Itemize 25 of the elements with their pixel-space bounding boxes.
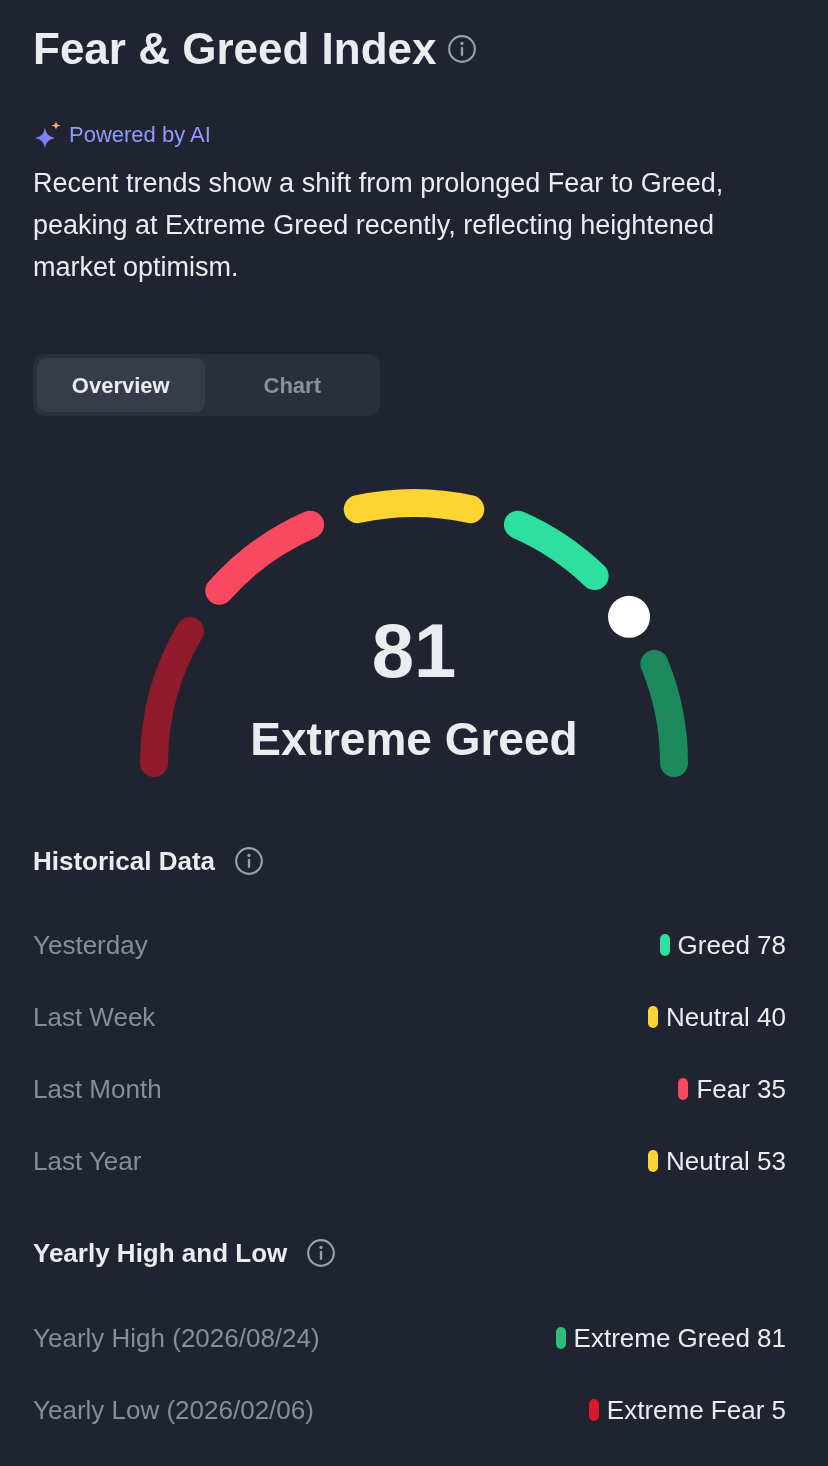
sparkle-icon [33,121,63,149]
row-value: Neutral 40 [666,1000,786,1034]
ai-label: Powered by AI [69,121,211,149]
row-label: Yesterday [33,928,148,962]
row-value: Greed 78 [677,928,786,962]
page-title: Fear & Greed Index [33,23,437,75]
row-value: Fear 35 [696,1072,786,1106]
row-label: Yearly High (2026/08/24) [33,1321,320,1355]
row-label: Last Year [33,1144,142,1178]
tab[interactable]: Overview [37,358,205,412]
info-icon[interactable] [448,34,477,63]
info-icon[interactable] [307,1239,336,1267]
row-label: Yearly Low (2026/02/06) [33,1393,314,1427]
summary-text: Recent trends show a shift from prolonged Fear to Greed, peaking at Extreme Greed recently, reflecting heightened market optimism. [33,167,725,284]
row-value: Extreme Greed 81 [573,1321,786,1355]
section-title: Historical Data [33,845,216,877]
gauge-value: 81 [371,608,457,694]
row-value: Neutral 53 [666,1144,786,1178]
gauge-classification: Extreme Greed [250,712,578,766]
row-label: Last Week [33,1000,156,1034]
tab[interactable]: Chart [208,358,376,412]
info-icon[interactable] [235,847,264,875]
row-label: Last Month [33,1072,162,1106]
section-title: Yearly High and Low [33,1237,288,1269]
row-value: Extreme Fear 5 [606,1393,786,1427]
